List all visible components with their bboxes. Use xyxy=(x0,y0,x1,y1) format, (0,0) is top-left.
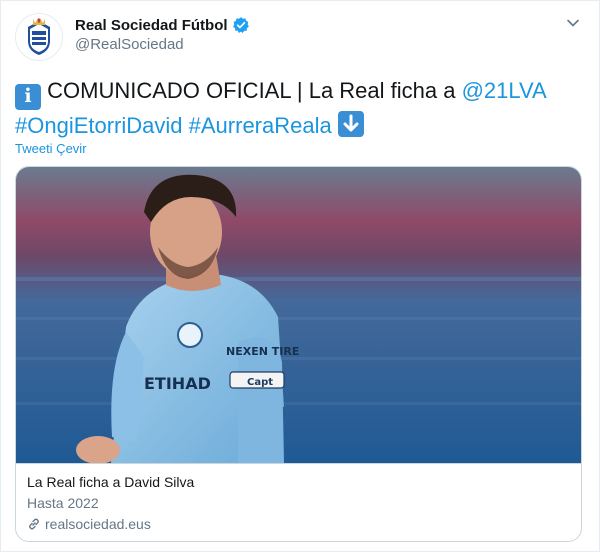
verified-badge-icon xyxy=(232,17,249,33)
tweet-card: Real Sociedad Fútbol @RealSociedad i COM… xyxy=(0,0,600,552)
mention-link[interactable]: @21LVA xyxy=(462,78,547,103)
real-sociedad-crest-icon xyxy=(28,18,50,55)
captain-armband-text: Capt xyxy=(247,377,273,388)
chevron-down-icon[interactable] xyxy=(565,15,581,31)
avatar[interactable] xyxy=(15,13,63,61)
link-preview-card[interactable]: ETIHAD NEXEN TIRE Capt La Real ficha a D… xyxy=(15,166,582,542)
sleeve-sponsor-text: NEXEN TIRE xyxy=(226,345,299,358)
card-footer[interactable]: La Real ficha a David Silva Hasta 2022 r… xyxy=(16,463,581,541)
information-emoji-icon: i xyxy=(15,83,41,110)
card-description: Hasta 2022 xyxy=(27,495,99,511)
card-domain[interactable]: realsociedad.eus xyxy=(27,516,151,532)
author-name-row[interactable]: Real Sociedad Fútbol xyxy=(75,16,250,34)
tweet-body-text: COMUNICADO OFICIAL | La Real ficha a xyxy=(47,78,456,103)
card-title[interactable]: La Real ficha a David Silva xyxy=(27,474,194,490)
translate-tweet-link[interactable]: Tweeti Çevir xyxy=(15,141,87,156)
link-icon xyxy=(29,518,39,530)
tweet-text: i COMUNICADO OFICIAL | La Real ficha a @… xyxy=(15,75,585,141)
player-photo[interactable]: ETIHAD NEXEN TIRE Capt xyxy=(16,167,582,463)
sponsor-text: ETIHAD xyxy=(144,374,211,393)
display-name[interactable]: Real Sociedad Fútbol xyxy=(75,17,228,34)
card-domain-text[interactable]: realsociedad.eus xyxy=(45,516,151,532)
hashtag-link-2[interactable]: #AurreraReala xyxy=(189,113,332,138)
handle[interactable]: @RealSociedad xyxy=(75,36,184,53)
hashtag-link-1[interactable]: #OngiEtorriDavid xyxy=(15,113,183,138)
down-arrow-emoji-icon xyxy=(337,110,364,137)
